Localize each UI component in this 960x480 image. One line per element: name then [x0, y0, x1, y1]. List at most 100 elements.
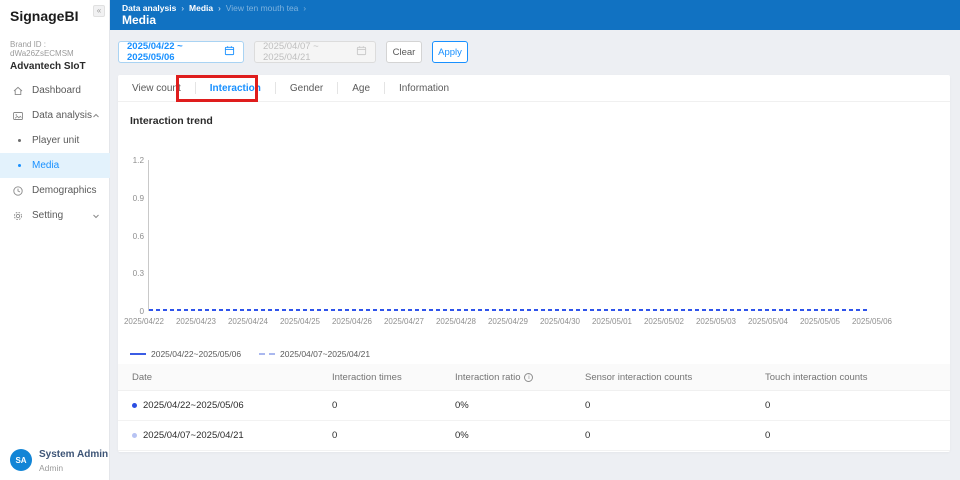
- tab-gender[interactable]: Gender: [276, 83, 337, 94]
- app-logo: SignageBI: [10, 8, 78, 24]
- column-header-sensor: Sensor interaction counts: [585, 372, 765, 383]
- sidebar-collapse-button[interactable]: «: [93, 5, 105, 17]
- x-tick: 2025/05/05: [794, 317, 846, 326]
- sidebar-item-label: Setting: [32, 210, 63, 221]
- row-sensor: 0: [585, 400, 765, 411]
- breadcrumb-media[interactable]: Media: [189, 3, 213, 13]
- chart-title: Interaction trend: [130, 115, 213, 127]
- table-row[interactable]: 2025/04/07~2025/04/21 0 0% 0 0: [118, 421, 950, 451]
- date-range-primary-value: 2025/04/22 ~ 2025/05/06: [127, 41, 224, 63]
- x-tick: 2025/04/29: [482, 317, 534, 326]
- chart-legend: 2025/04/22~2025/05/06 2025/04/07~2025/04…: [130, 349, 370, 359]
- legend-label: 2025/04/07~2025/04/21: [280, 349, 370, 359]
- app-window: SignageBI « Brand ID : dWa26ZsECMSM Adva…: [0, 0, 960, 480]
- sidebar-item-label: Demographics: [32, 185, 96, 196]
- brand-name: Advantech SIoT: [10, 61, 109, 72]
- tab-bar: View count Interaction Gender Age Inform…: [118, 75, 950, 102]
- tab-view-count[interactable]: View count: [118, 83, 195, 94]
- apply-button[interactable]: Apply: [432, 41, 468, 63]
- sidebar: SignageBI « Brand ID : dWa26ZsECMSM Adva…: [0, 0, 110, 480]
- bullet-icon: [18, 164, 21, 167]
- x-tick: 2025/04/30: [534, 317, 586, 326]
- page-title: Media: [122, 13, 156, 27]
- demographics-icon: [12, 185, 24, 197]
- column-header-date: Date: [132, 372, 332, 383]
- tab-age[interactable]: Age: [338, 83, 384, 94]
- series-dot-compare: [132, 433, 137, 438]
- sidebar-item-demographics[interactable]: Demographics: [0, 178, 110, 203]
- date-range-picker-compare[interactable]: 2025/04/07 ~ 2025/04/21: [254, 41, 376, 63]
- calendar-icon: [356, 45, 367, 59]
- sidebar-item-label: Media: [32, 160, 59, 171]
- info-icon[interactable]: i: [524, 373, 533, 382]
- tab-information[interactable]: Information: [385, 83, 463, 94]
- tab-interaction[interactable]: Interaction: [196, 83, 275, 94]
- sidebar-item-label: Data analysis: [32, 110, 92, 121]
- x-tick: 2025/05/01: [586, 317, 638, 326]
- clear-button[interactable]: Clear: [386, 41, 422, 63]
- user-block[interactable]: SA System Admin Admin: [10, 449, 108, 473]
- interaction-table: Date Interaction times Interaction ratio…: [118, 364, 950, 451]
- content-card: View count Interaction Gender Age Inform…: [118, 75, 950, 452]
- user-name: System Admin: [39, 449, 108, 461]
- y-tick: 0.3: [118, 269, 144, 278]
- sidebar-item-label: Player unit: [32, 135, 79, 146]
- x-tick: 2025/04/23: [170, 317, 222, 326]
- y-tick: 0.6: [118, 232, 144, 241]
- gear-icon: [12, 210, 24, 222]
- y-axis-line: [148, 160, 149, 311]
- legend-item-primary[interactable]: 2025/04/22~2025/05/06: [130, 349, 241, 359]
- breadcrumb: Data analysis › Media › View ten mouth t…: [122, 3, 311, 13]
- x-tick: 2025/04/24: [222, 317, 274, 326]
- breadcrumb-separator: ›: [218, 4, 221, 13]
- x-tick: 2025/04/25: [274, 317, 326, 326]
- table-row[interactable]: 2025/04/22~2025/05/06 0 0% 0 0: [118, 391, 950, 421]
- bullet-icon: [18, 139, 21, 142]
- y-tick: 0: [118, 307, 144, 316]
- date-range-picker-primary[interactable]: 2025/04/22 ~ 2025/05/06: [118, 41, 244, 63]
- sidebar-item-media[interactable]: Media: [0, 153, 110, 178]
- series-line-at-zero: [149, 309, 867, 311]
- calendar-icon: [224, 45, 235, 59]
- top-bar: Data analysis › Media › View ten mouth t…: [110, 0, 960, 30]
- avatar: SA: [10, 449, 32, 471]
- row-date: 2025/04/07~2025/04/21: [143, 430, 244, 441]
- sidebar-item-setting[interactable]: Setting: [0, 203, 110, 228]
- legend-item-compare[interactable]: 2025/04/07~2025/04/21: [259, 349, 370, 359]
- sidebar-menu: Dashboard Data analysis Player unit Medi…: [0, 78, 110, 228]
- row-times: 0: [332, 400, 455, 411]
- breadcrumb-separator: ›: [303, 4, 306, 13]
- sidebar-item-player-unit[interactable]: Player unit: [0, 128, 110, 153]
- row-touch: 0: [765, 400, 950, 411]
- brand-id: Brand ID : dWa26ZsECMSM: [10, 40, 109, 58]
- date-range-compare-value: 2025/04/07 ~ 2025/04/21: [263, 41, 356, 63]
- row-touch: 0: [765, 430, 950, 441]
- sidebar-item-data-analysis[interactable]: Data analysis: [0, 103, 110, 128]
- sidebar-item-dashboard[interactable]: Dashboard: [0, 78, 110, 103]
- chevron-down-icon[interactable]: [92, 212, 100, 223]
- row-times: 0: [332, 430, 455, 441]
- breadcrumb-separator: ›: [181, 4, 184, 13]
- x-tick: 2025/04/27: [378, 317, 430, 326]
- y-tick: 1.2: [118, 156, 144, 165]
- x-tick: 2025/04/28: [430, 317, 482, 326]
- breadcrumb-data-analysis[interactable]: Data analysis: [122, 3, 176, 13]
- x-tick: 2025/05/04: [742, 317, 794, 326]
- x-tick: 2025/05/02: [638, 317, 690, 326]
- chevron-up-icon[interactable]: [92, 112, 100, 123]
- column-header-times: Interaction times: [332, 372, 455, 383]
- row-sensor: 0: [585, 430, 765, 441]
- series-dot-primary: [132, 403, 137, 408]
- home-icon: [12, 85, 24, 97]
- x-tick: 2025/05/03: [690, 317, 742, 326]
- row-ratio: 0%: [455, 400, 585, 411]
- row-ratio: 0%: [455, 430, 585, 441]
- dashed-line-swatch: [259, 353, 275, 355]
- x-axis-labels: 2025/04/22 2025/04/23 2025/04/24 2025/04…: [118, 317, 898, 326]
- x-tick: 2025/04/22: [118, 317, 170, 326]
- column-header-touch: Touch interaction counts: [765, 372, 950, 383]
- table-header: Date Interaction times Interaction ratio…: [118, 364, 950, 391]
- data-analysis-icon: [12, 110, 24, 122]
- row-date: 2025/04/22~2025/05/06: [143, 400, 244, 411]
- brand-block: Brand ID : dWa26ZsECMSM Advantech SIoT: [10, 40, 109, 72]
